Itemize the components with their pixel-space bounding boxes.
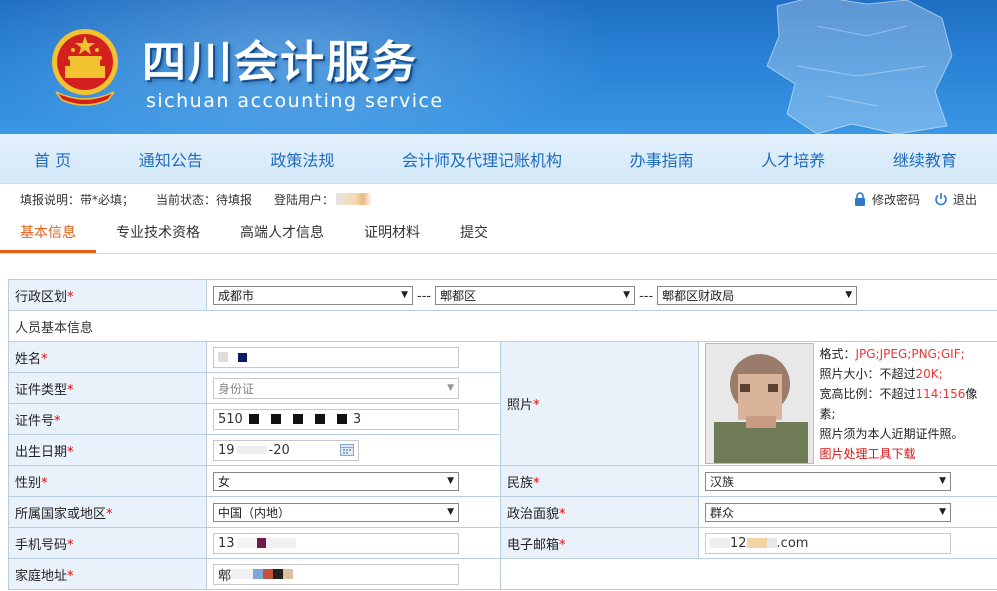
login-user-redacted [336, 193, 373, 205]
region-city-select[interactable]: 成都市 ▼ [213, 285, 413, 305]
id-number-label: 证件号* [8, 403, 207, 435]
nav-policies[interactable]: 政策法规 [270, 147, 334, 171]
region-cell: 成都市 ▼ --- 郫都区 ▼ --- 郫都区财政局 ▼ [205, 279, 997, 311]
form-tabs: 基本信息 专业技术资格 高端人才信息 证明材料 提交 [0, 214, 997, 254]
main-nav: 首 页 通知公告 政策法规 会计师及代理记账机构 办事指南 人才培养 继续教育 [0, 134, 997, 184]
empty-cell [698, 558, 997, 590]
logout-link[interactable]: 退出 [934, 191, 977, 208]
logout-label: 退出 [952, 192, 977, 207]
status-bar: 填报说明：带*必填； 当前状态：待填报 登陆用户： 修改密码 退出 [0, 184, 997, 214]
region-bureau-select[interactable]: 郫都区财政局 ▼ [657, 285, 858, 305]
sichuan-map-graphic [766, 0, 953, 134]
email-input[interactable]: 12 .com [705, 532, 951, 554]
id-type-cell: 身份证 ▼ [206, 372, 501, 404]
phone-input[interactable]: 13 [213, 532, 459, 554]
email-label: 电子邮箱* [500, 527, 699, 559]
nav-continuing-education[interactable]: 继续教育 [893, 147, 957, 171]
power-icon [935, 193, 947, 206]
nav-notices[interactable]: 通知公告 [139, 147, 203, 171]
fill-instruction: 填报说明：带*必填； [20, 192, 135, 207]
address-cell: 郫 [206, 558, 501, 590]
nav-home[interactable]: 首 页 [34, 147, 71, 171]
ethnic-label: 民族* [500, 465, 699, 497]
photo-tool-download-link[interactable]: 图片处理工具下载 [820, 447, 916, 461]
phone-cell: 13 [206, 527, 501, 559]
lock-icon [854, 192, 865, 206]
region-district-select[interactable]: 郫都区 ▼ [435, 285, 636, 305]
gender-select[interactable]: 女 ▼ [213, 471, 459, 491]
country-label: 所属国家或地区* [8, 496, 207, 528]
gender-cell: 女 ▼ [206, 465, 501, 497]
site-banner: 四川会计服务 sichuan accounting service [0, 0, 997, 134]
tab-basic-info[interactable]: 基本信息 [0, 222, 96, 253]
id-type-label: 证件类型* [8, 372, 207, 404]
region-label: 行政区划* [8, 279, 207, 311]
photo-preview[interactable] [705, 343, 814, 464]
tab-professional-qualification[interactable]: 专业技术资格 [96, 222, 220, 253]
photo-requirements: 格式：JPG;JPEG;PNG;GIF; 照片大小：不超过20K; 宽高比例：不… [819, 346, 978, 461]
id-type-select[interactable]: 身份证 ▼ [213, 377, 459, 399]
change-password-link[interactable]: 修改密码 [853, 191, 920, 208]
nav-guide[interactable]: 办事指南 [630, 147, 694, 171]
email-cell: 12 .com [697, 527, 997, 559]
photo-cell: 格式：JPG;JPEG;PNG;GIF; 照片大小：不超过20K; 宽高比例：不… [697, 341, 997, 466]
country-select[interactable]: 中国（内地） ▼ [213, 502, 459, 522]
ethnic-cell: 汉族 ▼ [697, 465, 997, 497]
tab-senior-talent[interactable]: 高端人才信息 [220, 222, 344, 253]
id-number-cell: 510 3 [206, 403, 501, 435]
country-cell: 中国（内地） ▼ [206, 496, 501, 528]
calendar-icon[interactable] [340, 444, 354, 456]
name-cell [206, 341, 501, 373]
tab-submit[interactable]: 提交 [440, 222, 508, 253]
nav-training[interactable]: 人才培养 [761, 147, 825, 171]
id-number-input[interactable]: 510 3 [213, 408, 459, 430]
address-label: 家庭地址* [8, 558, 207, 590]
national-emblem-icon [52, 29, 118, 106]
empty-cell [500, 558, 699, 590]
change-password-label: 修改密码 [871, 192, 920, 207]
birth-date-cell: 19 -20 [206, 434, 501, 466]
political-status-cell: 群众 ▼ [697, 496, 997, 528]
tab-proof-materials[interactable]: 证明材料 [344, 222, 440, 253]
nav-agencies[interactable]: 会计师及代理记账机构 [402, 147, 562, 171]
phone-label: 手机号码* [8, 527, 207, 559]
political-status-label: 政治面貌* [500, 496, 699, 528]
login-user: 登陆用户： [274, 191, 373, 208]
current-status: 当前状态：待填报 [156, 192, 253, 207]
birth-date-label: 出生日期* [8, 434, 207, 466]
name-input[interactable] [213, 346, 459, 368]
address-input[interactable]: 郫 [213, 563, 459, 585]
section-title: 人员基本信息 [7, 310, 997, 342]
site-title: 四川会计服务 [142, 37, 418, 88]
birth-date-input[interactable]: 19 -20 [213, 439, 359, 461]
ethnic-select[interactable]: 汉族 ▼ [705, 471, 951, 491]
account-actions: 修改密码 退出 [839, 191, 977, 208]
login-user-label: 登陆用户： [274, 192, 335, 207]
political-status-select[interactable]: 群众 ▼ [705, 502, 951, 522]
basic-info-form: 行政区划* 成都市 ▼ --- 郫都区 ▼ --- 郫都区财政局 ▼ 人员基本信息 姓名* 照… [7, 279, 997, 590]
site-subtitle: sichuan accounting service [146, 90, 444, 112]
photo-label: 照片* [500, 341, 699, 466]
name-label: 姓名* [8, 341, 207, 373]
gender-label: 性别* [8, 465, 207, 497]
